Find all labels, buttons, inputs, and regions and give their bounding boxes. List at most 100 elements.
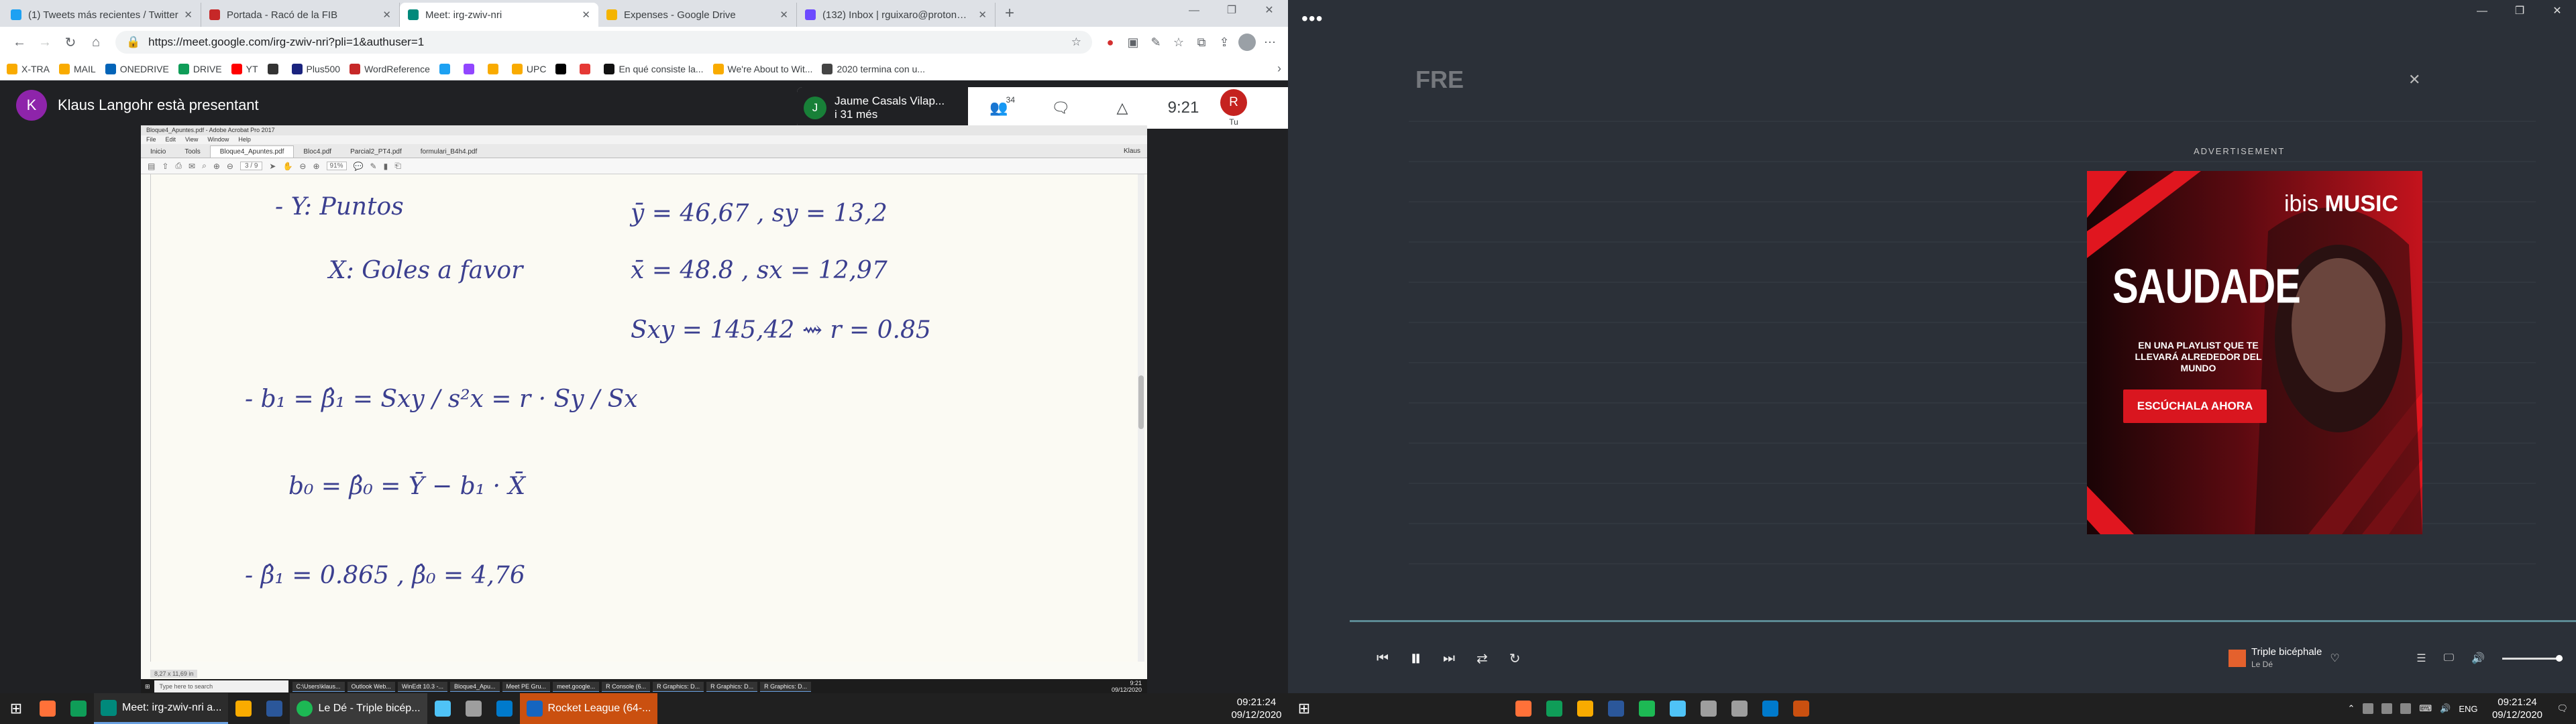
pinned-app-icon[interactable] — [63, 693, 94, 724]
new-tab-button[interactable]: + — [996, 4, 1024, 27]
windows-logo-icon[interactable]: ⊞ — [1288, 700, 1320, 717]
minimize-icon[interactable]: ― — [1175, 0, 1213, 21]
playback-progress-bar[interactable] — [1350, 620, 2576, 622]
extension-icon[interactable]: ▣ — [1122, 31, 1144, 54]
favorites-icon[interactable]: ☆ — [1167, 31, 1190, 54]
bookmark-item[interactable]: WordReference — [350, 63, 430, 74]
windows-logo-icon[interactable]: ⊞ — [0, 700, 32, 717]
star-icon[interactable]: ☆ — [1071, 36, 1081, 49]
next-track-icon[interactable]: ⏭ — [1443, 651, 1455, 666]
tab-close-icon[interactable]: ✕ — [184, 9, 193, 21]
participant-chip[interactable]: J Jaume Casals Vilap... i 31 més — [797, 87, 968, 129]
chat-button[interactable]: 🗨 — [1030, 87, 1091, 129]
bookmark-item[interactable] — [439, 63, 454, 74]
people-button[interactable]: 👥 34 — [968, 87, 1030, 129]
bookmark-item[interactable] — [555, 63, 570, 74]
pinned-app-icon[interactable] — [228, 693, 259, 724]
bookmark-item[interactable] — [267, 63, 282, 74]
pinned-app-icon[interactable] — [489, 693, 520, 724]
address-bar[interactable]: 🔒 https://meet.google.com/irg-zwiv-nri?p… — [115, 31, 1092, 54]
collections-icon[interactable]: ⧉ — [1190, 31, 1213, 54]
chevron-right-icon[interactable]: › — [1277, 62, 1281, 76]
listen-now-button[interactable]: ESCÚCHALA AHORA — [2123, 389, 2267, 423]
shuffle-icon[interactable]: ⇄ — [1477, 650, 1488, 667]
pause-icon[interactable]: ⏸ — [1410, 646, 1421, 672]
tab-close-icon[interactable]: ✕ — [780, 9, 788, 21]
pinned-app-icon[interactable] — [1539, 693, 1570, 724]
bookmark-item[interactable]: ONEDRIVE — [105, 63, 169, 74]
tab-close-icon[interactable]: ✕ — [978, 9, 987, 21]
activities-button[interactable]: △ — [1091, 87, 1153, 129]
tray-icon[interactable] — [2363, 703, 2374, 714]
ad-banner[interactable]: ibis MUSIC SAUDADE EN UNA PLAYLIST QUE T… — [2087, 171, 2422, 534]
bookmark-item[interactable]: En qué consiste la... — [604, 63, 704, 74]
pinned-app-icon[interactable] — [1631, 693, 1662, 724]
language-indicator[interactable]: ENG — [2459, 704, 2477, 714]
artist-name[interactable]: Le Dé — [2251, 658, 2322, 670]
pinned-app-icon[interactable] — [32, 693, 63, 724]
close-icon[interactable]: ✕ — [2538, 0, 2576, 23]
pinned-app-icon[interactable] — [1724, 693, 1755, 724]
browser-tab[interactable]: (1) Tweets más recientes / Twitter ✕ — [3, 3, 201, 27]
more-menu-icon[interactable]: ⋯ — [1258, 31, 1281, 54]
pinned-app-icon[interactable] — [1508, 693, 1539, 724]
devices-icon[interactable]: 🖵 — [2444, 652, 2454, 664]
home-icon[interactable]: ⌂ — [83, 35, 109, 50]
restore-icon[interactable]: ❐ — [2501, 0, 2538, 23]
taskbar-clock[interactable]: 09:21:24 09/12/2020 — [2485, 696, 2548, 721]
heart-icon[interactable]: ♡ — [2330, 652, 2339, 665]
taskbar-app[interactable]: Le Dé - Triple bicép... — [290, 693, 427, 724]
more-options-icon[interactable]: ••• — [1301, 8, 1323, 29]
repeat-icon[interactable]: ↻ — [1509, 650, 1521, 667]
bookmark-item[interactable] — [463, 63, 478, 74]
back-arrow-icon[interactable]: ← — [7, 35, 32, 50]
volume-icon[interactable]: 🔊 — [2471, 652, 2485, 665]
pinned-app-icon[interactable] — [1693, 693, 1724, 724]
pinned-app-icon[interactable] — [1786, 693, 1817, 724]
bookmark-item[interactable]: MAIL — [59, 63, 96, 74]
bookmark-item[interactable] — [487, 63, 502, 74]
chevron-up-icon[interactable]: ⌃ — [2347, 703, 2355, 714]
volume-slider[interactable] — [2502, 654, 2563, 662]
album-cover[interactable] — [2229, 650, 2246, 667]
taskbar-app[interactable]: Meet: irg-zwiv-nri a... — [94, 693, 229, 724]
tray-icon[interactable] — [2381, 703, 2393, 714]
pinned-app-icon[interactable] — [427, 693, 458, 724]
browser-tab[interactable]: Portada - Racó de la FIB ✕ — [201, 3, 400, 27]
profile-avatar[interactable] — [1236, 31, 1258, 54]
browser-tab[interactable]: Expenses - Google Drive ✕ — [598, 3, 797, 27]
notifications-icon[interactable]: 🗨 — [2557, 703, 2568, 714]
close-ad-icon[interactable]: ✕ — [2408, 71, 2420, 88]
pinned-app-icon[interactable] — [259, 693, 290, 724]
bookmark-item[interactable]: Plus500 — [291, 63, 340, 74]
tab-close-icon[interactable]: ✕ — [582, 9, 590, 21]
tray-icon[interactable] — [2400, 703, 2412, 714]
bookmark-item[interactable]: DRIVE — [178, 63, 222, 74]
bookmark-item[interactable] — [580, 63, 594, 74]
self-user[interactable]: R Tu — [1220, 89, 1247, 127]
tab-close-icon[interactable]: ✕ — [382, 9, 391, 21]
share-icon[interactable]: ⇪ — [1213, 31, 1236, 54]
reload-icon[interactable]: ↻ — [58, 34, 83, 51]
pinned-app-icon[interactable] — [458, 693, 489, 724]
song-title[interactable]: Triple bicéphale — [2251, 646, 2322, 658]
pinned-app-icon[interactable] — [1570, 693, 1601, 724]
bookmark-item[interactable]: UPC — [511, 63, 546, 74]
forward-arrow-icon[interactable]: → — [32, 35, 58, 50]
pinned-app-icon[interactable] — [1755, 693, 1786, 724]
extension-icon[interactable]: ✎ — [1144, 31, 1167, 54]
bookmark-item[interactable]: X-TRA — [7, 63, 50, 74]
restore-icon[interactable]: ❐ — [1213, 0, 1250, 21]
taskbar-app[interactable]: Rocket League (64-... — [519, 693, 658, 724]
bookmark-item[interactable]: 2020 termina con u... — [822, 63, 925, 74]
close-icon[interactable]: ✕ — [1250, 0, 1288, 21]
pinned-app-icon[interactable] — [1601, 693, 1631, 724]
minimize-icon[interactable]: ― — [2463, 0, 2501, 23]
previous-track-icon[interactable]: ⏮ — [1377, 651, 1389, 666]
bookmark-item[interactable]: We're About to Wit... — [712, 63, 812, 74]
browser-tab[interactable]: Meet: irg-zwiv-nri ✕ — [400, 3, 598, 27]
taskbar-clock[interactable]: 09:21:24 09/12/2020 — [1225, 696, 1288, 721]
bookmark-item[interactable]: YT — [231, 63, 258, 74]
queue-icon[interactable]: ☰ — [2416, 652, 2426, 665]
extension-icon[interactable]: ● — [1099, 31, 1122, 54]
